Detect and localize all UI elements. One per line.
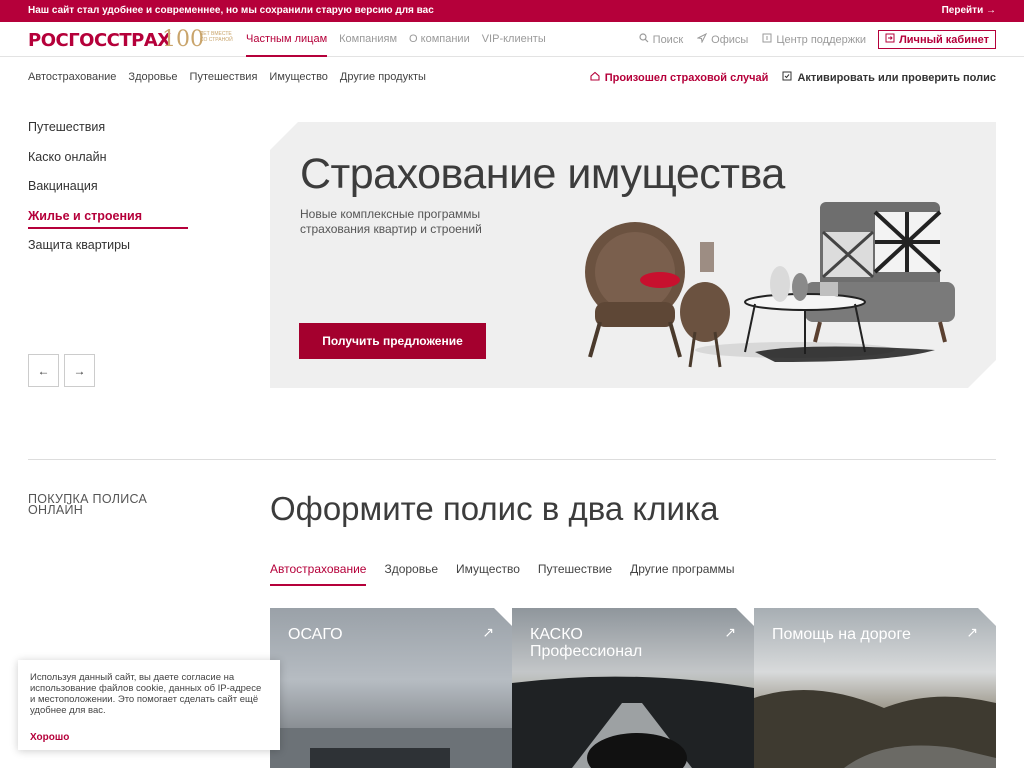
subnav-health[interactable]: Здоровье <box>128 71 177 83</box>
home-icon <box>590 71 600 84</box>
tab-other[interactable]: Другие программы <box>630 562 734 586</box>
tab-auto[interactable]: Автострахование <box>270 562 367 586</box>
offices-link[interactable]: Офисы <box>696 32 748 46</box>
banner-go-link[interactable]: Перейти → <box>942 5 996 16</box>
card-title: КАСКО Профессионал <box>530 626 643 660</box>
product-tabs: Автострахование Здоровье Имущество Путеш… <box>270 562 753 586</box>
cabinet-button[interactable]: Личный кабинет <box>878 30 996 49</box>
furniture-illustration <box>575 192 955 392</box>
subnav-other[interactable]: Другие продукты <box>340 71 426 83</box>
activate-policy-link[interactable]: Активировать или проверить полис <box>782 71 996 84</box>
subnav-auto[interactable]: Автострахование <box>28 71 116 83</box>
search-link[interactable]: Поиск <box>639 33 683 46</box>
tab-health[interactable]: Здоровье <box>384 562 438 586</box>
arrow-up-right-icon: ↗ <box>724 624 736 640</box>
next-slide-button[interactable]: → <box>64 354 95 387</box>
location-icon <box>696 32 708 46</box>
prev-slide-button[interactable]: ← <box>28 354 59 387</box>
side-item-travel[interactable]: Путешествия <box>28 118 188 148</box>
section-divider <box>28 459 996 460</box>
section-title: Оформите полис в два клика <box>270 490 719 527</box>
nav-companies[interactable]: Компаниям <box>339 22 397 57</box>
card-title: ОСАГО <box>288 626 343 643</box>
subnav-property[interactable]: Имущество <box>269 71 328 83</box>
active-indicator <box>28 227 188 229</box>
cookie-notice: Используя данный сайт, вы даете согласие… <box>18 660 280 750</box>
side-item-vaccination[interactable]: Вакцинация <box>28 177 188 207</box>
sub-actions: Произошел страховой случай Активировать … <box>576 71 996 84</box>
banner-message: Наш сайт стал удобнее и современнее, но … <box>28 5 434 16</box>
search-icon <box>639 33 649 46</box>
side-menu: Путешествия Каско онлайн Вакцинация Жиль… <box>28 118 188 266</box>
card-kasko[interactable]: КАСКО Профессионал ↗ <box>512 608 754 768</box>
utility-nav: Поиск Офисы Центр поддержки Личный кабин… <box>625 30 996 49</box>
anniversary-number: 100 <box>162 27 204 52</box>
anniversary-badge: 100 ЛЕТ ВМЕСТЕ СО СТРАНОЙ <box>162 27 233 52</box>
cookie-ok-button[interactable]: Хорошо <box>30 732 268 743</box>
support-link[interactable]: Центр поддержки <box>762 33 866 46</box>
support-icon <box>762 33 772 46</box>
card-road-assistance[interactable]: Помощь на дороге ↗ <box>754 608 996 768</box>
card-title: Помощь на дороге <box>772 626 911 643</box>
side-item-housing[interactable]: Жилье и строения <box>28 207 188 237</box>
header: РОСГОССТРАХ 100 ЛЕТ ВМЕСТЕ СО СТРАНОЙ Ча… <box>0 22 1024 57</box>
cookie-text: Используя данный сайт, вы даете согласие… <box>30 672 262 716</box>
subnav-travel[interactable]: Путешествия <box>190 71 258 83</box>
logo[interactable]: РОСГОССТРАХ <box>28 30 171 51</box>
top-banner: Наш сайт стал удобнее и современнее, но … <box>0 0 1024 22</box>
side-item-kasko[interactable]: Каско онлайн <box>28 148 188 178</box>
sub-nav: Автострахование Здоровье Путешествия Иму… <box>28 71 438 83</box>
get-offer-button[interactable]: Получить предложение <box>299 323 486 359</box>
section-label: ПОКУПКА ПОЛИСА ОНЛАЙН <box>28 492 148 517</box>
main-nav: Частным лицам Компаниям О компании VIP-к… <box>246 22 558 57</box>
hero-subtitle: Новые комплексные программы страхования … <box>300 207 482 236</box>
arrow-up-right-icon: ↗ <box>966 624 978 640</box>
insurance-case-link[interactable]: Произошел страховой случай <box>590 71 768 84</box>
tab-travel[interactable]: Путешествие <box>538 562 612 586</box>
hero-banner: Страхование имущества Новые комплексные … <box>270 122 996 388</box>
side-item-apartment[interactable]: Защита квартиры <box>28 236 188 266</box>
arrow-up-right-icon: ↗ <box>482 624 494 640</box>
check-icon <box>782 71 792 84</box>
nav-about[interactable]: О компании <box>409 22 470 57</box>
login-icon <box>885 33 895 46</box>
tab-property[interactable]: Имущество <box>456 562 520 586</box>
nav-vip[interactable]: VIP-клиенты <box>482 22 546 57</box>
nav-private[interactable]: Частным лицам <box>246 22 328 57</box>
anniversary-text: ЛЕТ ВМЕСТЕ СО СТРАНОЙ <box>200 31 233 43</box>
card-osago[interactable]: ОСАГО ↗ <box>270 608 512 768</box>
